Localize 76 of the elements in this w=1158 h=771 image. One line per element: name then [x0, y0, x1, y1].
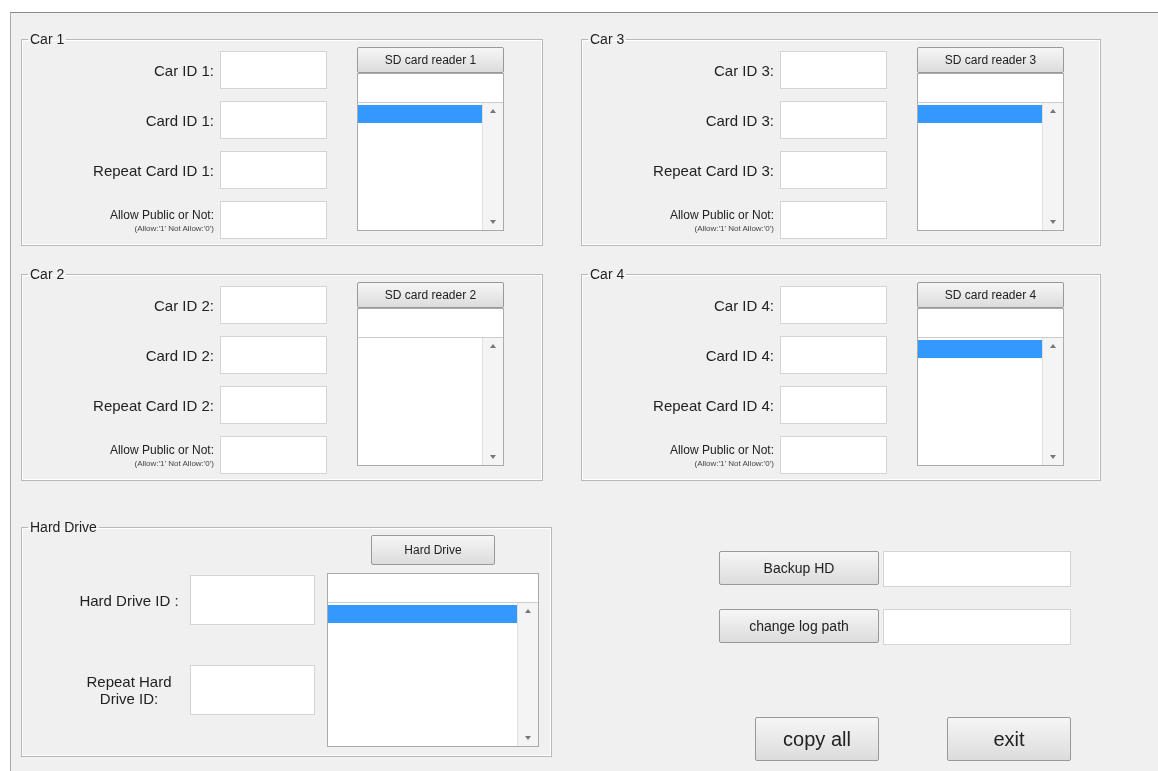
scroll-down-icon[interactable]: [1050, 220, 1056, 224]
field-note: (Allow:'1' Not Allow:'0'): [134, 458, 214, 468]
input-field[interactable]: [780, 101, 887, 139]
action-button[interactable]: Backup HD: [719, 551, 879, 585]
scrollbar[interactable]: [517, 603, 538, 746]
scroll-up-icon[interactable]: [1050, 109, 1056, 113]
field-label: Allow Public or Not:: [109, 442, 214, 457]
input-field[interactable]: [780, 201, 887, 239]
field-label: Allow Public or Not:: [109, 207, 214, 222]
input-field[interactable]: [220, 386, 327, 424]
scroll-down-icon[interactable]: [490, 455, 496, 459]
field-label: Car ID 3:: [714, 61, 774, 79]
footer-button[interactable]: exit: [947, 717, 1071, 761]
scroll-up-icon[interactable]: [1050, 344, 1056, 348]
reader-button[interactable]: SD card reader 1: [357, 47, 504, 73]
input-field[interactable]: [780, 151, 887, 189]
panel-title: Car 2: [29, 266, 66, 282]
scrollbar[interactable]: [1042, 103, 1063, 230]
field-label: Repeat Card ID 3:: [653, 161, 774, 179]
input-field[interactable]: [780, 286, 887, 324]
input-field[interactable]: [780, 51, 887, 89]
field-label: Repeat Card ID 2:: [93, 396, 214, 414]
panel-title: Hard Drive: [29, 519, 98, 535]
input-field[interactable]: [883, 609, 1071, 645]
field-label: Card ID 4:: [705, 346, 774, 364]
input-field[interactable]: [780, 436, 887, 474]
scrollbar[interactable]: [1042, 338, 1063, 465]
input-field[interactable]: [780, 336, 887, 374]
field-note: (Allow:'1' Not Allow:'0'): [694, 458, 774, 468]
field-label: Hard Drive ID :: [78, 591, 180, 609]
scrollbar[interactable]: [482, 338, 503, 465]
input-field[interactable]: [780, 386, 887, 424]
footer-button[interactable]: copy all: [755, 717, 879, 761]
list-box[interactable]: [327, 573, 539, 747]
reader-button[interactable]: SD card reader 4: [917, 282, 1064, 308]
reader-button[interactable]: SD card reader 2: [357, 282, 504, 308]
list-box[interactable]: [917, 308, 1064, 466]
input-field[interactable]: [220, 286, 327, 324]
input-field[interactable]: [220, 151, 327, 189]
scrollbar[interactable]: [482, 103, 503, 230]
input-field[interactable]: [883, 551, 1071, 587]
scroll-down-icon[interactable]: [490, 220, 496, 224]
input-field[interactable]: [220, 201, 327, 239]
field-label: Card ID 3:: [705, 111, 774, 129]
input-field[interactable]: [220, 51, 327, 89]
reader-button[interactable]: SD card reader 3: [917, 47, 1064, 73]
input-field[interactable]: [190, 575, 315, 625]
panel-title: Car 1: [29, 31, 66, 47]
action-button[interactable]: change log path: [719, 609, 879, 643]
field-label: Card ID 1:: [145, 111, 214, 129]
field-note: (Allow:'1' Not Allow:'0'): [694, 223, 774, 233]
field-label: Allow Public or Not:: [669, 442, 774, 457]
field-note: (Allow:'1' Not Allow:'0'): [134, 223, 214, 233]
field-label: Repeat Hard Drive ID:: [85, 673, 173, 707]
input-field[interactable]: [220, 436, 327, 474]
hard-drive-button[interactable]: Hard Drive: [371, 535, 495, 565]
input-field[interactable]: [220, 336, 327, 374]
scroll-up-icon[interactable]: [490, 344, 496, 348]
scroll-up-icon[interactable]: [525, 609, 531, 613]
input-field[interactable]: [220, 101, 327, 139]
panel-title: Car 4: [589, 266, 626, 282]
scroll-down-icon[interactable]: [525, 736, 531, 740]
field-label: Allow Public or Not:: [669, 207, 774, 222]
field-label: Car ID 1:: [154, 61, 214, 79]
scroll-down-icon[interactable]: [1050, 455, 1056, 459]
list-box[interactable]: [917, 73, 1064, 231]
input-field[interactable]: [190, 665, 315, 715]
field-label: Repeat Card ID 1:: [93, 161, 214, 179]
field-label: Card ID 2:: [145, 346, 214, 364]
list-box[interactable]: [357, 73, 504, 231]
field-label: Car ID 2:: [154, 296, 214, 314]
scroll-up-icon[interactable]: [490, 109, 496, 113]
field-label: Repeat Card ID 4:: [653, 396, 774, 414]
panel-title: Car 3: [589, 31, 626, 47]
field-label: Car ID 4:: [714, 296, 774, 314]
list-box[interactable]: [357, 308, 504, 466]
